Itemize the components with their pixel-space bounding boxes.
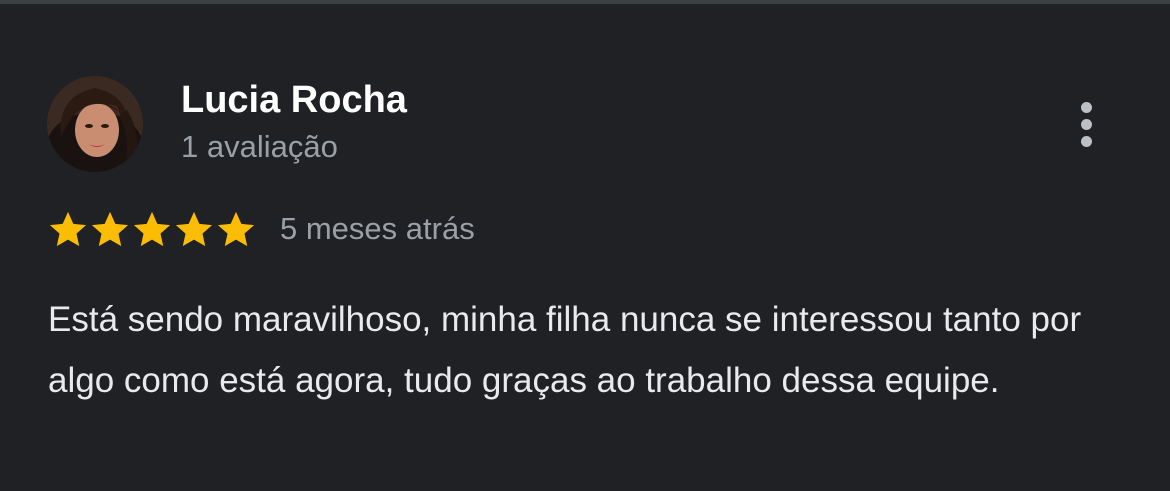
author-name[interactable]: Lucia Rocha — [181, 78, 407, 122]
top-divider — [0, 0, 1170, 4]
avatar[interactable] — [47, 76, 143, 172]
more-vert-icon — [1080, 101, 1092, 147]
avatar-photo — [47, 76, 143, 172]
star-icon — [90, 209, 130, 249]
star-icon — [216, 209, 256, 249]
star-icon — [132, 209, 172, 249]
star-icon — [48, 209, 88, 249]
star-rating — [48, 209, 256, 249]
review-text: Está sendo maravilhoso, minha filha nunc… — [48, 300, 1082, 400]
author-review-count[interactable]: 1 avaliação — [181, 128, 338, 166]
rating-row: 5 meses atrás — [48, 208, 475, 250]
review-date: 5 meses atrás — [280, 211, 475, 246]
star-icon — [174, 209, 214, 249]
more-options-button[interactable] — [1064, 94, 1108, 154]
